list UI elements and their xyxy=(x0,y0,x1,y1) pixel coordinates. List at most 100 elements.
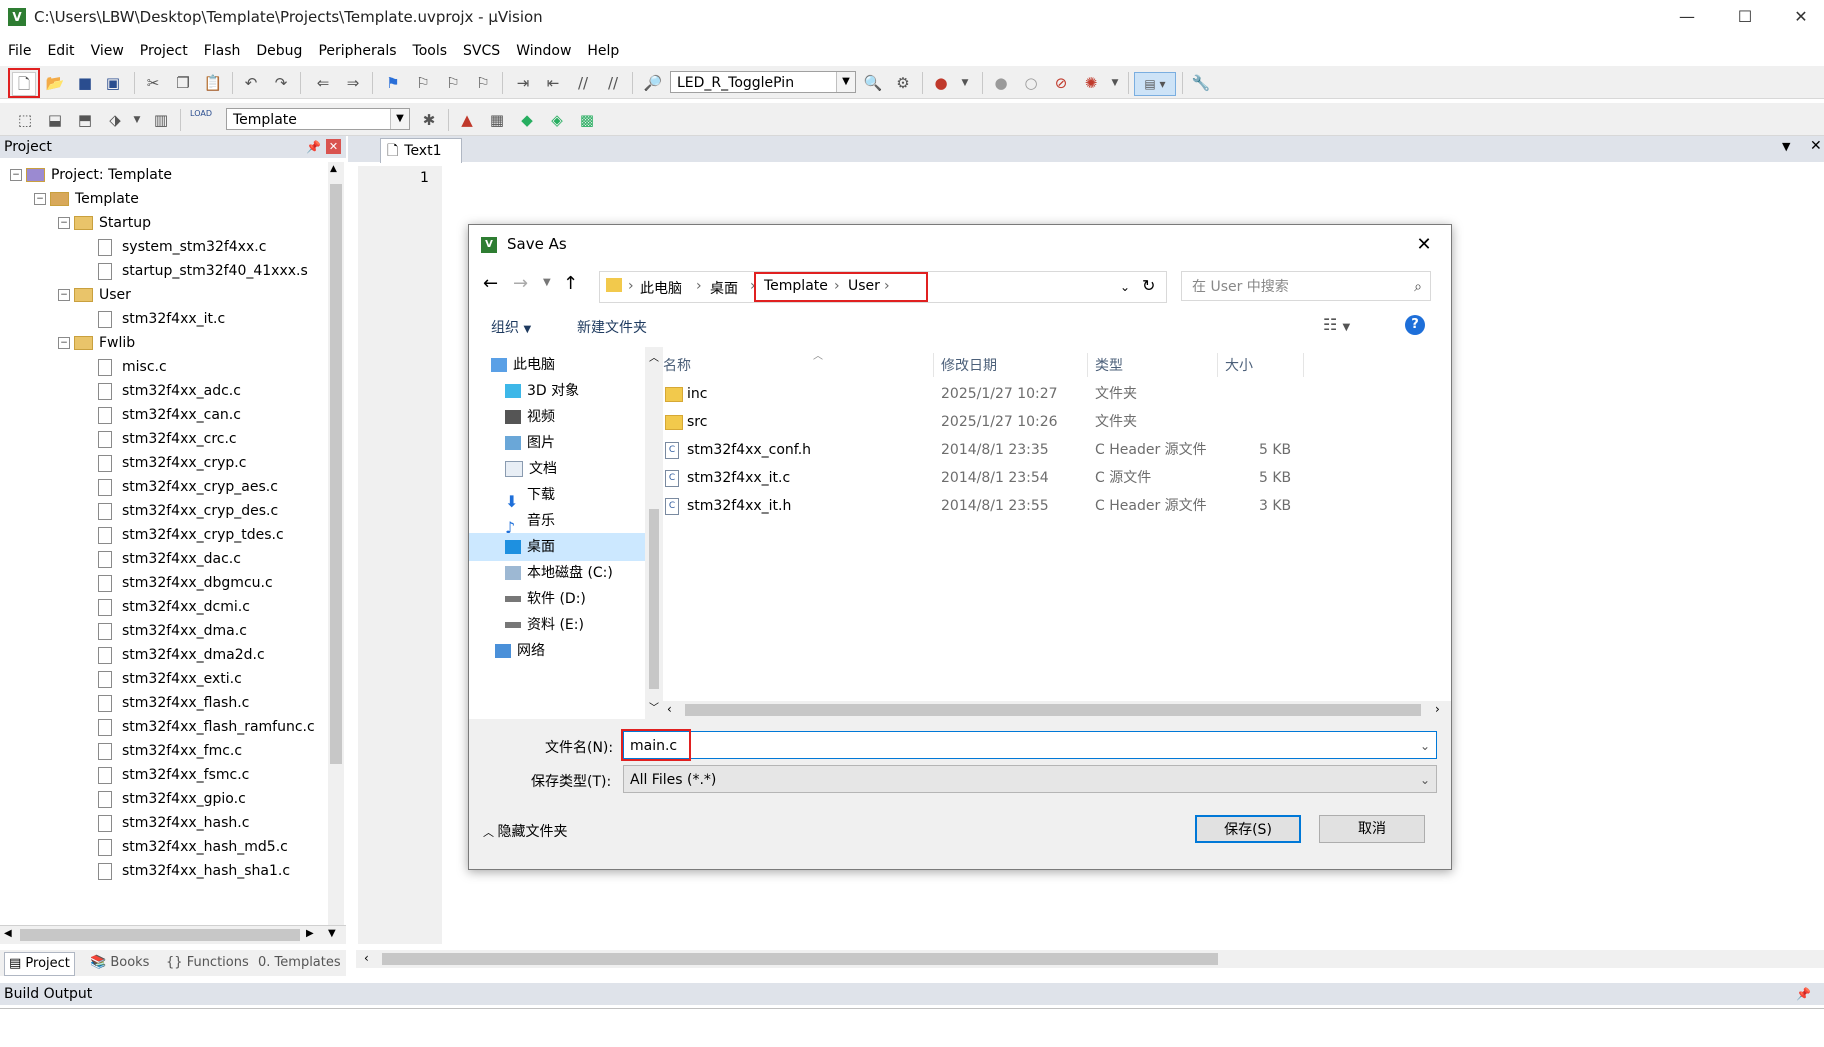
tree-file-item[interactable]: stm32f4xx_dac.c xyxy=(82,548,241,570)
nav-item-3d-objects[interactable]: 3D 对象 xyxy=(505,377,579,405)
scroll-down-icon[interactable]: ﹀ xyxy=(649,699,659,714)
tree-file-item[interactable]: stm32f4xx_it.c xyxy=(82,308,225,330)
select-packs-icon[interactable]: ◈ xyxy=(546,109,568,131)
tab-books[interactable]: 📚 Books xyxy=(90,952,149,974)
next-bookmark-icon[interactable]: ⚐ xyxy=(442,72,464,94)
save-all-icon[interactable]: ▣ xyxy=(102,72,124,94)
nav-item-network[interactable]: 网络 xyxy=(495,637,545,665)
file-list-hscrollbar[interactable]: ‹ › xyxy=(663,701,1451,719)
cancel-button[interactable]: 取消 xyxy=(1319,815,1425,843)
tree-project-item[interactable]: − Project: Template xyxy=(10,164,172,186)
nav-item-this-pc[interactable]: 此电脑 xyxy=(491,351,555,379)
tree-file-item[interactable]: startup_stm32f40_41xxx.s xyxy=(82,260,308,282)
new-folder-button[interactable]: 新建文件夹 xyxy=(577,317,647,337)
target-options-icon[interactable]: ✱ xyxy=(418,109,440,131)
scroll-thumb[interactable] xyxy=(20,929,300,941)
window-layout-icon[interactable]: ▤ ▾ xyxy=(1134,72,1176,96)
scroll-left-icon[interactable]: ◀ xyxy=(4,928,12,939)
view-options-icon[interactable]: ☷ ▼ xyxy=(1323,315,1350,334)
column-header-date[interactable]: 修改日期 xyxy=(941,355,997,375)
column-header-name[interactable]: 名称 xyxy=(663,355,691,375)
column-header-size[interactable]: 大小 xyxy=(1225,355,1253,375)
scroll-thumb[interactable] xyxy=(330,184,342,764)
chevron-down-icon[interactable]: ▼ xyxy=(954,72,976,94)
menu-edit[interactable]: Edit xyxy=(39,40,82,62)
tree-file-item[interactable]: stm32f4xx_crc.c xyxy=(82,428,237,450)
tree-folder-item[interactable]: − User xyxy=(58,284,131,306)
rebuild-icon[interactable]: ⬒ xyxy=(74,109,96,131)
file-row[interactable]: Cstm32f4xx_it.c 2014/8/1 23:54 C 源文件 5 KB xyxy=(663,465,1451,491)
tree-file-item[interactable]: stm32f4xx_cryp_tdes.c xyxy=(82,524,284,546)
disable-breakpoint-icon[interactable]: ○ xyxy=(1020,72,1042,94)
tab-functions[interactable]: {} Functions xyxy=(166,952,249,974)
close-window-button[interactable]: ✕ xyxy=(1778,4,1824,30)
menu-tools[interactable]: Tools xyxy=(405,40,456,62)
tree-file-item[interactable]: system_stm32f4xx.c xyxy=(82,236,266,258)
address-bar[interactable]: › 此电脑 › 桌面 › Template › User › ⌄ ↻ xyxy=(599,271,1167,303)
bookmark-icon[interactable]: ⚑ xyxy=(382,72,404,94)
scroll-left-icon[interactable]: ‹ xyxy=(364,951,369,965)
save-button[interactable]: 保存(S) xyxy=(1195,815,1301,843)
stop-build-icon[interactable]: ▥ xyxy=(150,109,172,131)
tree-file-item[interactable]: stm32f4xx_adc.c xyxy=(82,380,241,402)
tree-folder-item[interactable]: − Fwlib xyxy=(58,332,135,354)
breadcrumb-desktop[interactable]: 桌面 xyxy=(710,278,738,298)
debug-session-icon[interactable]: ● xyxy=(930,72,952,94)
close-panel-icon[interactable]: ✕ xyxy=(326,139,341,154)
tree-file-item[interactable]: stm32f4xx_flash_ramfunc.c xyxy=(82,716,315,738)
menu-peripherals[interactable]: Peripherals xyxy=(310,40,404,62)
scroll-right-icon[interactable]: ▶ xyxy=(306,928,314,939)
nav-item-videos[interactable]: 视频 xyxy=(505,403,555,431)
nav-item-drive-c[interactable]: 本地磁盘 (C:) xyxy=(505,559,613,587)
uncomment-icon[interactable]: // xyxy=(602,72,624,94)
search-input[interactable]: 在 User 中搜索 ⌕ xyxy=(1181,271,1431,301)
nav-item-music[interactable]: ♪ 音乐 xyxy=(505,507,555,537)
nav-item-desktop[interactable]: 桌面 xyxy=(505,533,555,561)
collapse-toggle-icon[interactable]: − xyxy=(58,217,70,229)
breadcrumb-this-pc[interactable]: 此电脑 xyxy=(640,278,682,298)
manage-rte-icon[interactable]: ◆ xyxy=(516,109,538,131)
pin-icon[interactable]: 📌 xyxy=(1796,983,1811,1005)
scroll-up-icon[interactable]: ︿ xyxy=(649,349,659,364)
file-row[interactable]: Cstm32f4xx_conf.h 2014/8/1 23:35 C Header … xyxy=(663,437,1451,463)
forward-arrow-icon[interactable]: → xyxy=(513,273,528,294)
translate-icon[interactable]: ⬚ xyxy=(14,109,36,131)
comment-icon[interactable]: // xyxy=(572,72,594,94)
paste-icon[interactable]: 📋 xyxy=(202,72,224,94)
menu-svcs[interactable]: SVCS xyxy=(455,40,508,62)
kill-breakpoints-icon[interactable]: ✺ xyxy=(1080,72,1102,94)
redo-icon[interactable]: ↷ xyxy=(270,72,292,94)
pack-installer-icon[interactable]: ▩ xyxy=(576,109,598,131)
target-select[interactable]: Template ▼ xyxy=(226,108,410,130)
project-vertical-scrollbar[interactable]: ▲ xyxy=(328,162,344,927)
file-row[interactable]: inc 2025/1/27 10:27 文件夹 xyxy=(663,381,1451,407)
collapse-toggle-icon[interactable]: − xyxy=(58,337,70,349)
editor-tab-text1[interactable]: 🗋 Text1 xyxy=(380,138,462,163)
menu-window[interactable]: Window xyxy=(508,40,579,62)
menu-debug[interactable]: Debug xyxy=(248,40,310,62)
filetype-select[interactable]: All Files (*.*) ⌄ xyxy=(623,765,1437,793)
address-dropdown-icon[interactable]: ⌄ xyxy=(1120,280,1130,294)
scroll-left-icon[interactable]: ‹ xyxy=(667,702,672,716)
tree-file-item[interactable]: stm32f4xx_cryp_des.c xyxy=(82,500,278,522)
tree-file-item[interactable]: stm32f4xx_cryp_aes.c xyxy=(82,476,278,498)
minimize-button[interactable]: — xyxy=(1664,4,1710,30)
cut-icon[interactable]: ✂ xyxy=(142,72,164,94)
incremental-find-icon[interactable]: ⚙ xyxy=(892,72,914,94)
pin-icon[interactable]: 📌 xyxy=(306,136,321,158)
chevron-down-icon[interactable]: ▼ xyxy=(836,72,855,92)
scroll-down-icon[interactable]: ▼ xyxy=(328,928,336,939)
chevron-down-icon[interactable]: ⌄ xyxy=(1420,732,1430,760)
tree-folder-item[interactable]: − Startup xyxy=(58,212,151,234)
scroll-thumb[interactable] xyxy=(649,509,659,689)
filename-input[interactable]: main.c ⌄ xyxy=(623,731,1437,759)
prev-bookmark-icon[interactable]: ⚐ xyxy=(412,72,434,94)
tree-file-item[interactable]: stm32f4xx_hash_sha1.c xyxy=(82,860,290,882)
recent-locations-icon[interactable]: ▼ xyxy=(543,277,551,288)
tree-file-item[interactable]: stm32f4xx_hash_md5.c xyxy=(82,836,288,858)
nav-item-downloads[interactable]: ⬇ 下载 xyxy=(505,481,555,511)
organize-button[interactable]: 组织 ▼ xyxy=(491,317,531,337)
tree-file-item[interactable]: stm32f4xx_dma.c xyxy=(82,620,247,642)
tree-file-item[interactable]: stm32f4xx_cryp.c xyxy=(82,452,246,474)
download-icon[interactable]: LOAD xyxy=(190,109,212,131)
